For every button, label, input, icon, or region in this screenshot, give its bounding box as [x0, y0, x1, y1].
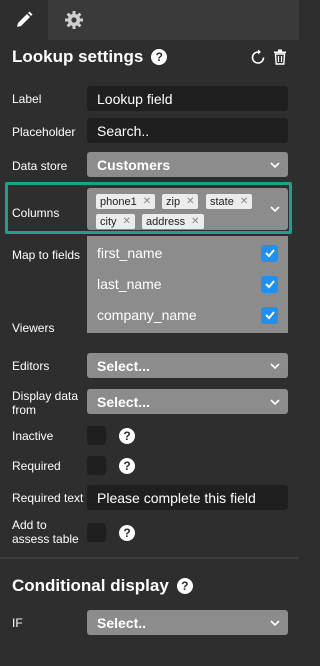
viewers-label: Viewers — [12, 321, 55, 335]
required-text-label: Required text — [12, 491, 84, 505]
required-checkbox[interactable] — [87, 456, 106, 475]
tag-label: state — [210, 195, 234, 208]
label-label: Label — [12, 92, 42, 106]
chevron-down-icon — [270, 619, 280, 626]
map-field-label: last_name — [97, 276, 162, 292]
placeholder-label: Placeholder — [12, 125, 76, 139]
data-store-label: Data store — [12, 159, 68, 173]
display-data-from-select[interactable]: Select... — [87, 389, 288, 414]
map-field-label: company_name — [97, 307, 197, 323]
tab-settings[interactable] — [50, 0, 98, 40]
help-icon[interactable]: ? — [176, 578, 193, 594]
tab-bar — [0, 0, 299, 40]
editors-select[interactable]: Select... — [87, 353, 288, 378]
refresh-icon[interactable] — [251, 49, 265, 65]
gear-icon — [65, 11, 83, 29]
editors-value: Select... — [97, 357, 150, 374]
column-tag[interactable]: zip ✕ — [162, 194, 199, 209]
tag-label: address — [146, 215, 186, 228]
help-icon[interactable]: ? — [119, 428, 135, 444]
remove-tag-icon[interactable]: ✕ — [143, 196, 151, 207]
columns-multiselect[interactable]: phone1 ✕ zip ✕ state ✕ city ✕ address ✕ — [87, 188, 288, 230]
conditional-display-title: Conditional display — [12, 576, 169, 595]
add-to-assess-table-label: Add to assess table — [12, 518, 79, 546]
checkbox-checked[interactable] — [261, 244, 278, 262]
page-title: Lookup settings — [12, 47, 144, 66]
checkmark-icon — [264, 280, 275, 289]
label-input[interactable]: Lookup field — [87, 86, 288, 111]
add-to-assess-table-checkbox[interactable] — [87, 523, 106, 542]
checkmark-icon — [264, 249, 275, 258]
required-label: Required — [12, 459, 61, 473]
columns-label: Columns — [12, 206, 60, 220]
if-value: Select.. — [97, 614, 147, 631]
chevron-down-icon — [270, 161, 280, 168]
conditional-display-header: Conditional display ? — [12, 576, 193, 596]
if-select[interactable]: Select.. — [87, 610, 288, 635]
checkbox-checked[interactable] — [261, 306, 278, 324]
tag-label: city — [100, 215, 117, 228]
chevron-down-icon[interactable] — [270, 204, 280, 214]
map-to-fields-list: first_name last_name company_name — [87, 236, 288, 333]
map-field-row[interactable]: company_name — [97, 305, 278, 325]
divider — [0, 557, 299, 559]
required-text-input[interactable]: Please complete this field — [87, 485, 288, 510]
checkmark-icon — [264, 311, 275, 320]
add-to-assess-table-label-line2: assess table — [12, 532, 79, 546]
map-to-fields-label: Map to fields — [12, 248, 81, 262]
editors-label: Editors — [12, 359, 50, 373]
data-store-value: Customers — [97, 156, 171, 173]
column-tag[interactable]: address ✕ — [142, 214, 204, 229]
remove-tag-icon[interactable]: ✕ — [123, 216, 131, 227]
tag-label: zip — [166, 195, 181, 208]
placeholder-input[interactable]: Search.. — [87, 118, 288, 143]
data-store-select[interactable]: Customers — [87, 152, 288, 177]
remove-tag-icon[interactable]: ✕ — [186, 196, 194, 207]
tag-label: phone1 — [100, 195, 137, 208]
settings-header: Lookup settings ? — [12, 47, 168, 67]
column-tag[interactable]: city ✕ — [96, 214, 135, 229]
pencil-icon — [17, 11, 33, 27]
add-to-assess-table-label-line1: Add to — [12, 518, 47, 532]
help-icon[interactable]: ? — [119, 525, 135, 541]
column-tag[interactable]: phone1 ✕ — [96, 194, 156, 209]
inactive-label: Inactive — [12, 429, 54, 443]
trash-icon[interactable] — [273, 49, 287, 65]
display-data-from-label-line2: from — [12, 403, 36, 417]
tab-edit[interactable] — [0, 0, 48, 40]
display-data-from-label: Display data from — [12, 389, 78, 417]
if-label: IF — [12, 616, 23, 630]
chevron-down-icon — [270, 398, 280, 405]
remove-tag-icon[interactable]: ✕ — [191, 216, 199, 227]
display-data-from-label-line1: Display data — [12, 389, 79, 403]
column-tag[interactable]: state ✕ — [206, 194, 253, 209]
map-field-row[interactable]: first_name — [97, 243, 278, 263]
chevron-down-icon — [270, 362, 280, 369]
checkbox-checked[interactable] — [261, 275, 278, 293]
header-actions — [251, 49, 287, 65]
map-field-label: first_name — [97, 245, 163, 261]
help-icon[interactable]: ? — [119, 458, 135, 474]
help-icon[interactable]: ? — [151, 49, 168, 65]
display-data-from-value: Select... — [97, 393, 150, 410]
map-field-row[interactable]: last_name — [97, 274, 278, 294]
inactive-checkbox[interactable] — [87, 426, 106, 445]
remove-tag-icon[interactable]: ✕ — [240, 196, 248, 207]
